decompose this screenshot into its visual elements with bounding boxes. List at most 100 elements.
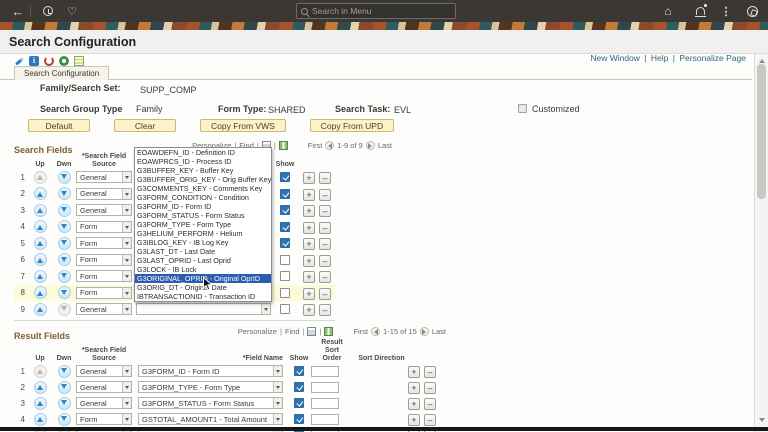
actions-menu-icon[interactable]: ⋮ (718, 0, 734, 22)
move-up-button[interactable] (34, 270, 47, 283)
add-row-button[interactable]: + (408, 414, 420, 426)
show-checkbox[interactable] (280, 271, 290, 281)
personalize-link[interactable]: Personalize (238, 327, 277, 336)
add-row-button[interactable]: + (303, 288, 315, 300)
add-row-button[interactable]: + (303, 172, 315, 184)
dropdown-option[interactable]: EOAWDEFN_ID - Definition ID (135, 148, 271, 157)
move-up-button[interactable] (34, 237, 47, 250)
last-link[interactable]: Last (432, 327, 446, 336)
dropdown-option[interactable]: EOAWPRCS_ID - Process ID (135, 157, 271, 166)
delete-row-button[interactable]: – (319, 271, 331, 283)
back-icon[interactable]: ← (8, 0, 28, 22)
tab-search-configuration[interactable]: Search Configuration (14, 66, 109, 80)
download-icon[interactable] (324, 327, 333, 336)
search-field-source-select[interactable]: Form (76, 270, 132, 282)
move-up-button[interactable] (34, 365, 47, 378)
search-field-source-select[interactable]: Form (76, 221, 132, 233)
view-all-icon[interactable] (307, 327, 316, 336)
search-field-source-select[interactable]: General (76, 188, 132, 200)
move-up-button[interactable] (34, 397, 47, 410)
move-down-button[interactable] (58, 381, 71, 394)
copy-from-upd-button[interactable]: Copy From UPD (310, 119, 394, 132)
field-name-select[interactable]: GSTOTAL_AMOUNT1 - Total Amount (138, 413, 283, 425)
move-up-button[interactable] (34, 413, 47, 426)
refresh-icon[interactable] (44, 56, 54, 66)
delete-row-button[interactable]: – (319, 172, 331, 184)
scroll-up-icon[interactable] (759, 56, 765, 63)
move-down-button[interactable] (58, 365, 71, 378)
add-row-button[interactable]: + (303, 205, 315, 217)
delete-row-button[interactable]: – (319, 255, 331, 267)
add-row-button[interactable]: + (408, 366, 420, 378)
search-field-source-select[interactable]: Form (76, 254, 132, 266)
dropdown-option[interactable]: G3FORM_CONDITION - Condition (135, 193, 271, 202)
show-checkbox[interactable] (280, 304, 290, 314)
move-down-button[interactable] (58, 220, 71, 233)
search-field-source-select[interactable]: General (76, 381, 132, 393)
new-window-link[interactable]: New Window (590, 53, 640, 63)
move-down-button[interactable] (58, 303, 71, 316)
vertical-scrollbar[interactable] (754, 54, 768, 432)
dropdown-option[interactable]: G3LAST_DT - Last Date (135, 247, 271, 256)
move-up-button[interactable] (34, 204, 47, 217)
global-search[interactable] (296, 3, 456, 19)
recent-places-icon[interactable] (38, 0, 58, 22)
last-link[interactable]: Last (378, 141, 392, 150)
result-sort-order-input[interactable] (311, 398, 339, 409)
add-row-button[interactable]: + (303, 271, 315, 283)
show-checkbox[interactable] (294, 398, 304, 408)
result-sort-order-input[interactable] (311, 414, 339, 425)
field-name-select[interactable] (136, 303, 271, 315)
field-name-select[interactable]: G3FORM_ID - Form ID (138, 365, 283, 377)
move-up-button[interactable] (34, 303, 47, 316)
pencil-icon[interactable] (14, 56, 24, 66)
move-down-button[interactable] (58, 253, 71, 266)
delete-row-button[interactable]: – (424, 382, 436, 394)
dropdown-option[interactable]: G3FORM_ID - Form ID (135, 202, 271, 211)
gear-icon[interactable] (59, 56, 69, 66)
add-row-button[interactable]: + (408, 382, 420, 394)
show-checkbox[interactable] (280, 255, 290, 265)
next-icon[interactable] (420, 327, 429, 336)
search-field-source-select[interactable]: General (76, 171, 132, 183)
move-down-button[interactable] (58, 286, 71, 299)
info-icon[interactable]: i (29, 56, 39, 66)
default-button[interactable]: Default (28, 119, 90, 132)
notifications-icon[interactable] (690, 0, 710, 22)
dropdown-option[interactable]: G3BUFFER_KEY - Buffer Key (135, 166, 271, 175)
add-row-button[interactable]: + (408, 398, 420, 410)
result-sort-order-input[interactable] (311, 382, 339, 393)
delete-row-button[interactable]: – (319, 238, 331, 250)
delete-row-button[interactable]: – (424, 366, 436, 378)
show-checkbox[interactable] (280, 222, 290, 232)
dropdown-option[interactable]: G3IBLOG_KEY - IB Log Key (135, 238, 271, 247)
first-link[interactable]: First (353, 327, 368, 336)
add-row-button[interactable]: + (303, 255, 315, 267)
search-field-source-select[interactable]: General (76, 397, 132, 409)
move-down-button[interactable] (58, 237, 71, 250)
next-icon[interactable] (366, 141, 375, 150)
scroll-down-icon[interactable] (759, 418, 765, 425)
copy-from-vws-button[interactable]: Copy From VWS (200, 119, 286, 132)
dropdown-option[interactable]: G3LOCK - IB Lock (135, 265, 271, 274)
move-up-button[interactable] (34, 220, 47, 233)
search-field-source-select[interactable]: Form (76, 287, 132, 299)
move-down-button[interactable] (58, 413, 71, 426)
add-row-button[interactable]: + (303, 238, 315, 250)
show-checkbox[interactable] (294, 414, 304, 424)
download-icon[interactable] (279, 141, 288, 150)
favorites-icon[interactable]: ♡ (62, 0, 82, 22)
navbar-icon[interactable] (742, 0, 762, 22)
search-field-source-select[interactable]: Form (76, 413, 132, 425)
show-checkbox[interactable] (294, 366, 304, 376)
move-up-button[interactable] (34, 171, 47, 184)
show-checkbox[interactable] (280, 288, 290, 298)
add-row-button[interactable]: + (303, 222, 315, 234)
dropdown-option[interactable]: G3FORM_STATUS - Form Status (135, 211, 271, 220)
search-field-source-select[interactable]: General (76, 204, 132, 216)
personalize-page-link[interactable]: Personalize Page (679, 53, 746, 63)
delete-row-button[interactable]: – (319, 189, 331, 201)
dropdown-option[interactable]: G3HELIUM_PERFORM - Helium (135, 229, 271, 238)
field-name-select[interactable]: G3FORM_STATUS - Form Status (138, 397, 283, 409)
show-checkbox[interactable] (280, 172, 290, 182)
